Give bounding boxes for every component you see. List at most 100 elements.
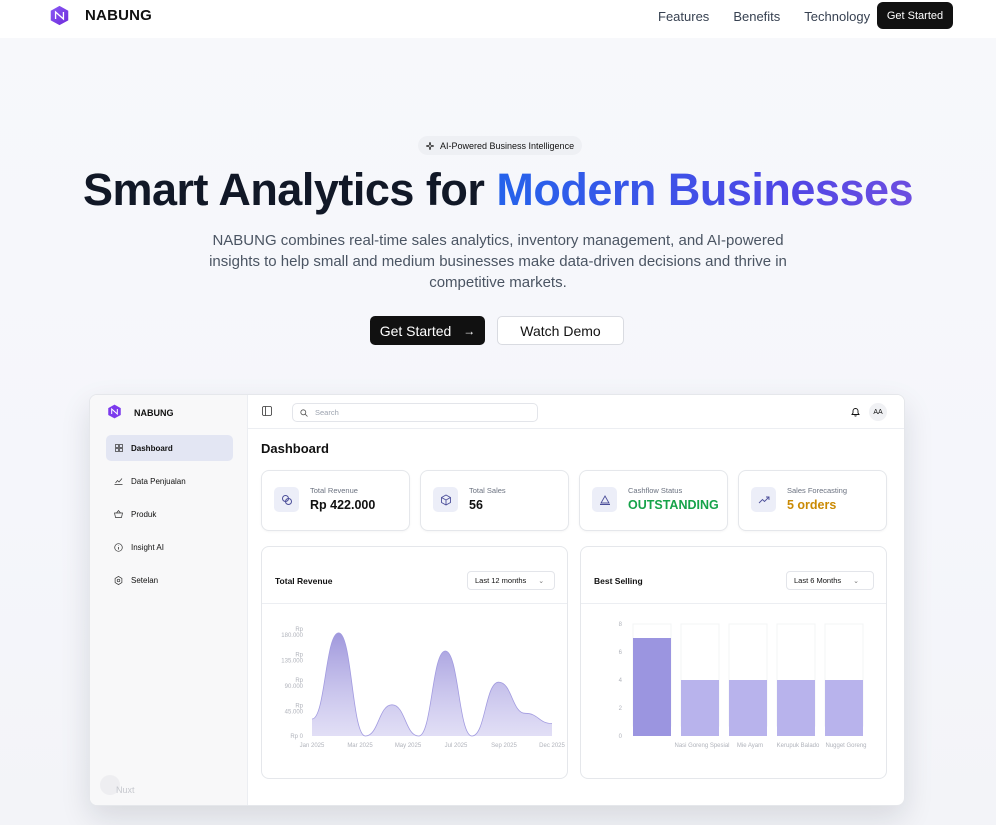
brand-name[interactable]: NABUNG [85, 7, 152, 24]
y-tick-label: 0 [619, 734, 623, 740]
bar [729, 680, 767, 736]
best-selling-range-select[interactable]: Last 6 Months ⌄ [786, 571, 874, 590]
best-selling-chart-card: Best Selling Last 6 Months ⌄ 0 2 4 6 8 Nasi G… [580, 546, 887, 779]
revenue-area [312, 632, 552, 736]
y-tick-label: 8 [619, 622, 623, 628]
page-title: Dashboard [261, 441, 329, 456]
ai-badge: AI-Powered Business Intelligence [418, 136, 583, 155]
search-input[interactable]: Search [292, 403, 538, 422]
dashboard-sidebar: NABUNG Dashboard Data Penjualan Produk I… [90, 395, 248, 805]
hero-get-started-button[interactable]: Get Started → [370, 316, 485, 345]
revenue-area-chart: Rp 0 Rp 45.000 Rp 90.000 Rp 135.000 Rp 180.000 Ja… [281, 627, 565, 749]
sparkle-icon [426, 141, 434, 150]
chevron-down-icon: ⌄ [853, 577, 859, 585]
x-tick-label: Nugget Goreng [825, 743, 866, 749]
top-navbar: NABUNG Features Benefits Technology Get … [0, 0, 996, 38]
chart-icon [114, 477, 123, 486]
search-icon [300, 408, 308, 417]
nav-link-features[interactable]: Features [658, 9, 709, 24]
revenue-range-select[interactable]: Last 12 months ⌄ [467, 571, 555, 590]
y-tick-label: Rp 90.000 [285, 678, 304, 690]
y-tick-label: Rp 0 [290, 734, 303, 740]
stat-card-total-sales: Total Sales 56 [420, 470, 569, 531]
hero-headline: Smart Analytics for Modern Businesses [0, 164, 996, 216]
stat-value: OUTSTANDING [628, 498, 719, 512]
select-value: Last 6 Months [794, 576, 842, 585]
x-tick-label: Jul 2025 [445, 743, 468, 749]
arrow-right-icon: → [463, 323, 476, 338]
sidebar-item-setelan[interactable]: Setelan [106, 567, 233, 593]
bell-icon[interactable] [851, 407, 860, 417]
dashboard-topbar: Search AA [248, 395, 904, 429]
badge-text: AI-Powered Business Intelligence [440, 140, 575, 151]
info-icon [114, 542, 123, 552]
watch-demo-button[interactable]: Watch Demo [497, 316, 624, 345]
stat-label: Sales Forecasting [787, 486, 848, 495]
y-tick-label: 6 [619, 650, 623, 656]
x-tick-label: Sep 2025 [491, 743, 517, 749]
nav-link-technology[interactable]: Technology [804, 9, 870, 24]
headline-part-1: Smart Analytics for [82, 164, 497, 215]
y-tick-label: Rp 135.000 [281, 653, 303, 665]
dashboard-preview: NABUNG Dashboard Data Penjualan Produk I… [89, 394, 905, 806]
sidebar-item-data-penjualan[interactable]: Data Penjualan [106, 468, 233, 494]
sidebar-item-label: Setelan [131, 575, 159, 585]
x-tick-label: Dec 2025 [539, 743, 565, 749]
nabung-logo-icon[interactable] [49, 5, 70, 26]
x-tick-label: Jan 2025 [300, 743, 325, 749]
sidebar-item-label: Produk [131, 509, 157, 519]
hero-get-started-label: Get Started [379, 322, 452, 339]
stat-card-sales-forecasting: Sales Forecasting 5 orders [738, 470, 887, 531]
revenue-chart-card: Total Revenue Last 12 months ⌄ Rp 0 Rp 45.… [261, 546, 568, 779]
trend-icon [751, 487, 776, 512]
nav-link-benefits[interactable]: Benefits [733, 9, 780, 24]
gear-icon [114, 575, 123, 585]
y-tick-label: Rp 45.000 [285, 704, 304, 716]
sidebar-item-label: Data Penjualan [131, 476, 186, 486]
avatar[interactable]: AA [869, 403, 887, 421]
chevron-down-icon: ⌄ [538, 577, 545, 585]
y-tick-label: Rp 180.000 [281, 627, 303, 639]
stat-value: 56 [469, 498, 483, 512]
x-tick-label: Mar 2025 [347, 743, 373, 749]
hero-subtext: NABUNG combines real-time sales analytic… [209, 232, 787, 291]
nav-links: Features Benefits Technology [658, 9, 870, 24]
bar [681, 680, 719, 736]
sidebar-item-label: Insight AI [131, 542, 164, 552]
stat-label: Total Revenue [310, 486, 358, 495]
grid-icon [114, 444, 123, 453]
sidebar-item-insight-ai[interactable]: Insight AI [106, 534, 233, 560]
sidebar-item-dashboard[interactable]: Dashboard [106, 435, 233, 461]
stat-value: Rp 422.000 [310, 498, 376, 512]
x-tick-label: Mie Ayam [737, 743, 763, 749]
sidebar-toggle-icon[interactable] [262, 406, 272, 416]
chart-title: Total Revenue [275, 576, 333, 586]
basket-icon [114, 510, 123, 519]
nav-get-started-button[interactable]: Get Started [877, 2, 953, 29]
framework-badge-text: Nuxt [116, 785, 135, 795]
chart-title: Best Selling [594, 576, 643, 586]
select-value: Last 12 months [475, 576, 527, 585]
nabung-logo-icon [108, 404, 121, 419]
stat-label: Cashflow Status [628, 486, 683, 495]
stat-card-cashflow-status: Cashflow Status OUTSTANDING [579, 470, 728, 531]
sidebar-item-produk[interactable]: Produk [106, 501, 233, 527]
search-placeholder: Search [315, 408, 339, 417]
box-icon [433, 487, 458, 512]
stat-value: 5 orders [787, 498, 837, 512]
best-selling-bar-chart: 0 2 4 6 8 Nasi Goreng Spesial Mie Ayam Kerupuk … [619, 622, 867, 749]
bar [825, 680, 863, 736]
stat-label: Total Sales [469, 486, 506, 495]
y-tick-label: 4 [619, 678, 623, 684]
scale-icon [592, 487, 617, 512]
x-tick-label: Kerupuk Balado [777, 743, 820, 749]
sidebar-brand: NABUNG [134, 408, 174, 418]
x-tick-label: Nasi Goreng Spesial [674, 743, 729, 749]
bar [633, 638, 671, 736]
sidebar-item-label: Dashboard [131, 443, 173, 453]
bar [777, 680, 815, 736]
y-tick-label: 2 [619, 706, 623, 712]
coins-icon [274, 487, 299, 512]
x-tick-label: May 2025 [395, 743, 422, 749]
stat-card-total-revenue: Total Revenue Rp 422.000 [261, 470, 410, 531]
